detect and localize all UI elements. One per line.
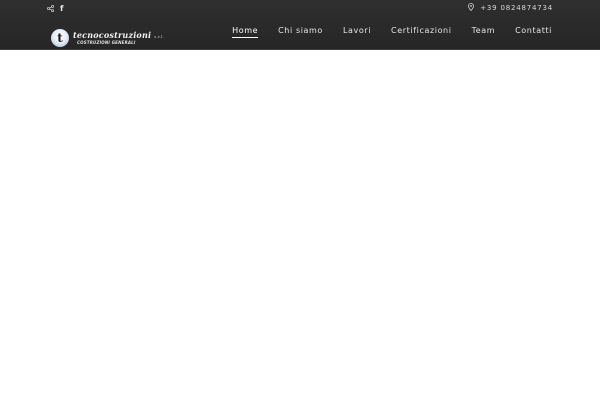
logo-mark: t — [51, 29, 69, 47]
site-header: f +39 0824874734 t tecnocostruzioni s.r.l… — [0, 0, 600, 50]
nav-item-certificazioni[interactable]: Certificazioni — [391, 26, 452, 37]
logo-tagline: COSTRUZIONI GENERALI — [77, 40, 136, 45]
nav-item-chi-siamo[interactable]: Chi siamo — [278, 26, 323, 37]
phone-number: +39 0824874734 — [480, 4, 553, 12]
site-logo[interactable]: t tecnocostruzioni s.r.l. COSTRUZIONI GEN… — [51, 29, 165, 49]
nav-item-home[interactable]: Home — [232, 26, 259, 38]
phone-contact[interactable]: +39 0824874734 — [468, 2, 553, 14]
page-content — [0, 50, 600, 400]
nav-item-contatti[interactable]: Contatti — [515, 26, 552, 37]
social-links: f — [47, 3, 63, 13]
location-pin-icon — [468, 3, 475, 13]
share-icon[interactable] — [47, 4, 54, 12]
nav-item-team[interactable]: Team — [472, 26, 496, 37]
facebook-icon[interactable]: f — [60, 4, 63, 13]
nav-item-lavori[interactable]: Lavori — [343, 26, 371, 37]
logo-name: tecnocostruzioni s.r.l. — [73, 30, 165, 40]
logo-suffix: s.r.l. — [154, 33, 165, 39]
main-nav: Home Chi siamo Lavori Certificazioni Tea… — [232, 26, 552, 38]
